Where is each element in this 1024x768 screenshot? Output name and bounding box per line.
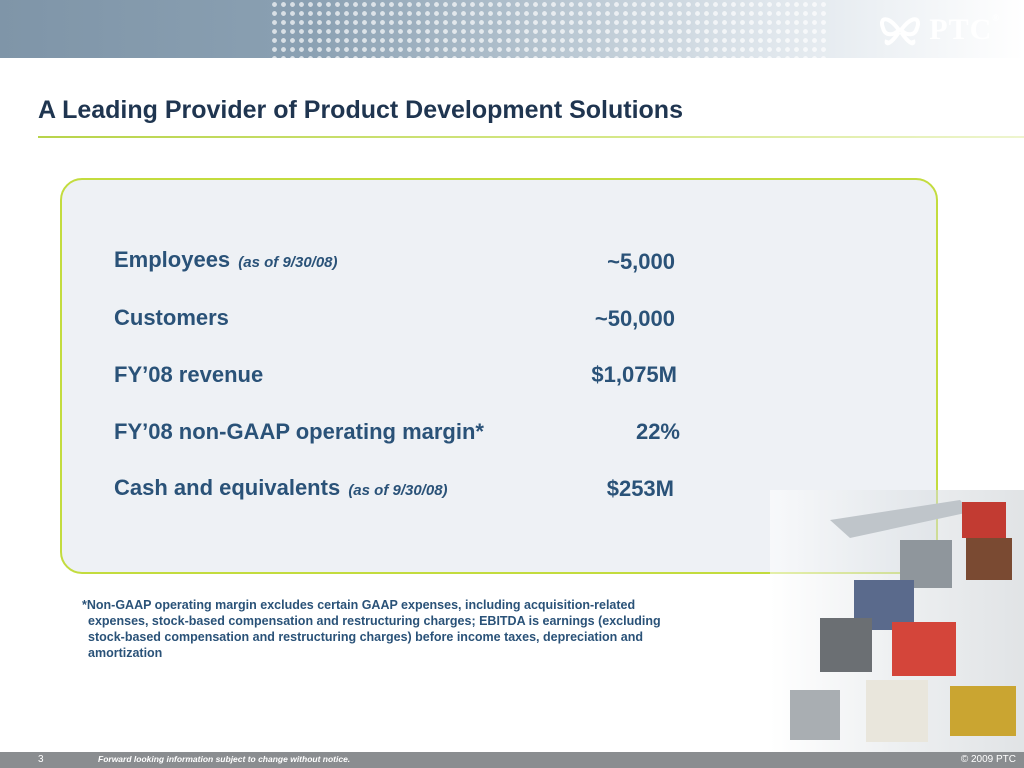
ptc-logo: PTC® [877,10,1000,50]
stat-row-customers: Customers [114,305,229,331]
footer-disclaimer: Forward looking information subject to c… [98,754,351,764]
footer-bar: 3 Forward looking information subject to… [0,752,1024,768]
stat-label: FY’08 revenue [114,362,264,387]
harvester-image [950,686,1016,736]
logo-wordmark: PTC® [929,13,1000,46]
stat-note: (as of 9/30/08) [348,482,448,499]
stat-value-employees: ~5,000 [607,249,675,274]
car-image [966,538,1012,580]
page-number: 3 [38,754,44,765]
stat-row-operating-margin: FY’08 non-GAAP operating margin* [114,419,484,445]
stat-value-revenue: $1,075M [591,362,677,387]
stat-label: Customers [114,305,229,330]
header-band: PTC® [0,0,1024,58]
shoe-image [892,622,956,676]
game-controller-image [820,618,872,672]
stat-row-cash: Cash and equivalents (as of 9/30/08) [114,475,448,501]
stat-value-operating-margin: 22% [635,419,680,444]
stat-value-cash: $253M [606,476,674,501]
stat-row-revenue: FY’08 revenue [114,362,263,388]
stat-label: Employees [114,247,231,272]
structure-image [790,690,840,740]
product-image-collage [770,490,1024,752]
food-image [962,502,1006,538]
footnote: *Non-GAAP operating margin excludes cert… [82,598,661,660]
stat-label: Cash and equivalents [114,475,341,500]
footer-copyright: © 2009 PTC [960,754,1016,765]
stat-row-employees: Employees (as of 9/30/08) [114,247,338,273]
slide-title: A Leading Provider of Product Developmen… [38,96,683,124]
document-image [866,680,928,742]
stat-note: (as of 9/30/08) [238,254,338,271]
stat-value-customers: ~50,000 [594,306,675,331]
butterfly-logo-icon [880,17,921,46]
dot-pattern-decoration [270,0,830,58]
title-underline [38,136,1024,138]
stat-label: FY’08 non-GAAP operating margin* [114,419,484,444]
